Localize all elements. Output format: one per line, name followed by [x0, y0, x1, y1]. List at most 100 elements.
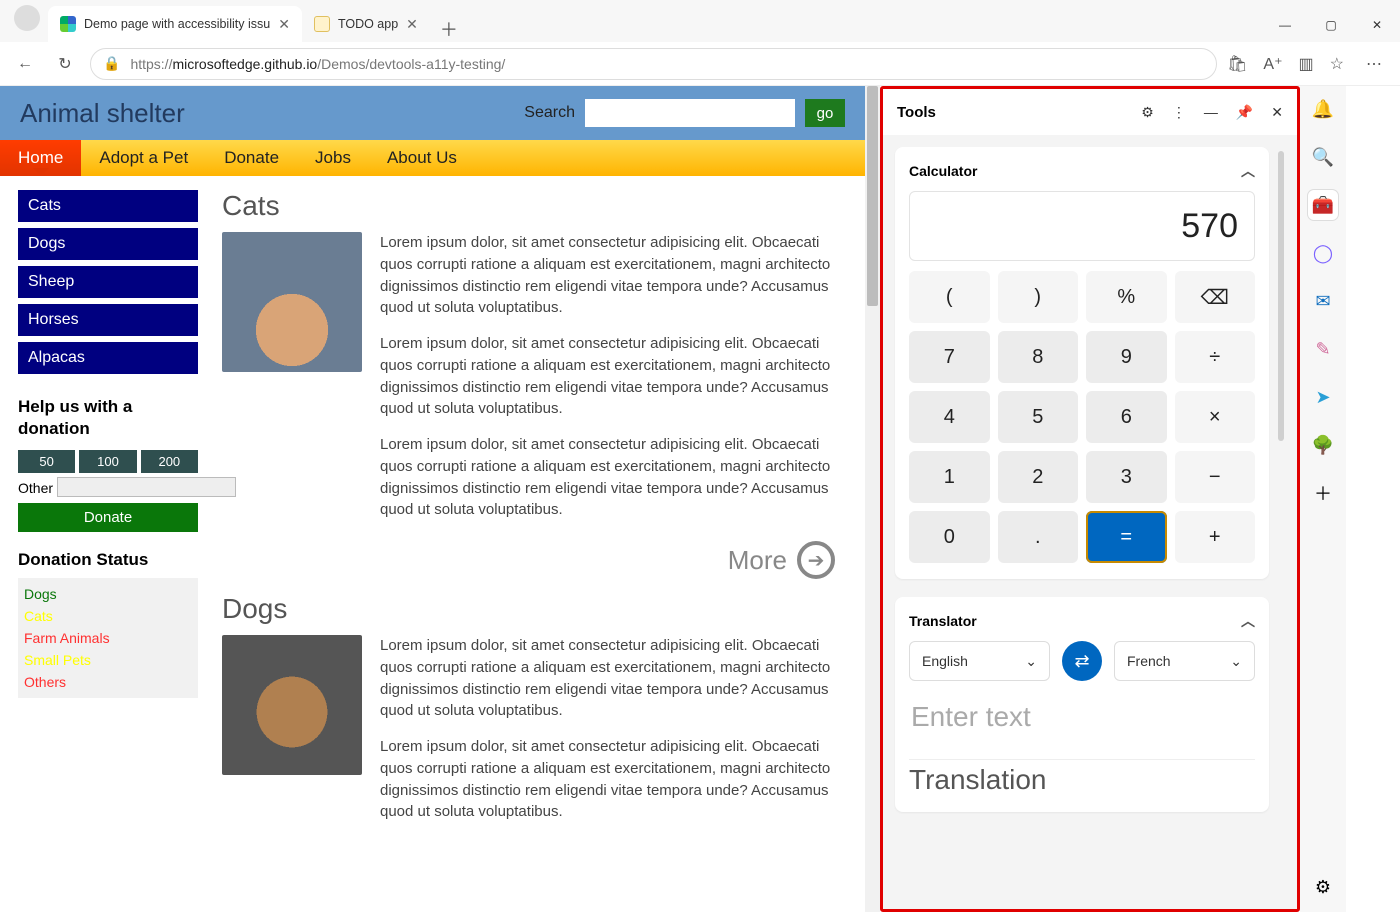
close-panel-icon[interactable]: ✕ [1271, 104, 1283, 121]
main-nav: Home Adopt a Pet Donate Jobs About Us [0, 140, 865, 176]
notifications-icon[interactable]: 🔔 [1308, 94, 1338, 124]
calc-key-3[interactable]: 3 [1086, 451, 1167, 503]
calc-key-multiply[interactable]: × [1175, 391, 1256, 443]
site-header: Animal shelter Search go [0, 86, 865, 140]
send-icon[interactable]: ➤ [1308, 382, 1338, 412]
favorite-icon[interactable]: ☆ [1330, 54, 1344, 74]
new-tab-button[interactable]: ＋ [430, 16, 468, 42]
calc-key-5[interactable]: 5 [998, 391, 1079, 443]
close-icon[interactable]: ✕ [278, 16, 290, 33]
calc-key-1[interactable]: 1 [909, 451, 990, 503]
note-favicon-icon [314, 16, 330, 32]
tools-title: Tools [897, 104, 936, 121]
minimize-button[interactable]: ― [1262, 8, 1308, 42]
translate-input[interactable]: Enter text [909, 697, 1255, 759]
calc-key-lparen[interactable]: ( [909, 271, 990, 323]
profile-avatar[interactable] [14, 5, 40, 31]
swap-languages-button[interactable]: ⇄ [1062, 641, 1102, 681]
donation-status-item[interactable]: Cats [24, 608, 192, 624]
settings-gear-icon[interactable]: ⚙ [1308, 872, 1338, 902]
chevron-up-icon[interactable]: ︿ [1241, 611, 1255, 631]
donation-preset-button[interactable]: 50 [18, 450, 75, 473]
calc-key-0[interactable]: 0 [909, 511, 990, 563]
calc-key-dot[interactable]: . [998, 511, 1079, 563]
microsoft365-icon[interactable]: ◯ [1308, 238, 1338, 268]
url-field[interactable]: 🔒 https://microsoftedge.github.io/Demos/… [90, 48, 1217, 80]
page-scrollbar[interactable] [865, 86, 880, 912]
donation-preset-button[interactable]: 100 [79, 450, 136, 473]
back-button[interactable]: ← [10, 49, 40, 79]
category-list: Cats Dogs Sheep Horses Alpacas [18, 190, 198, 374]
calculator-title: Calculator [909, 163, 977, 179]
nav-adopt[interactable]: Adopt a Pet [81, 140, 206, 176]
calc-key-8[interactable]: 8 [998, 331, 1079, 383]
donation-status-item[interactable]: Farm Animals [24, 630, 192, 646]
calc-key-rparen[interactable]: ) [998, 271, 1079, 323]
more-menu-button[interactable]: ⋯ [1360, 49, 1390, 79]
donation-preset-button[interactable]: 200 [141, 450, 198, 473]
minimize-panel-icon[interactable]: ― [1204, 104, 1218, 120]
shopping-icon[interactable]: 🛍 [1227, 54, 1247, 74]
edit-icon[interactable]: ✎ [1308, 334, 1338, 364]
donation-status-item[interactable]: Small Pets [24, 652, 192, 668]
more-label: More [728, 545, 787, 576]
tools-scrollbar[interactable] [1277, 147, 1285, 897]
calc-key-equals[interactable]: = [1086, 511, 1167, 563]
settings-sliders-icon[interactable]: ⚙ [1141, 104, 1154, 121]
add-sidebar-button[interactable]: ＋ [1308, 478, 1338, 508]
donate-button[interactable]: Donate [18, 503, 198, 532]
category-link[interactable]: Alpacas [18, 342, 198, 374]
calc-key-plus[interactable]: + [1175, 511, 1256, 563]
close-window-button[interactable]: ✕ [1354, 8, 1400, 42]
tree-icon[interactable]: 🌳 [1308, 430, 1338, 460]
search-label: Search [524, 104, 575, 122]
translate-output-label: Translation [909, 759, 1255, 796]
category-link[interactable]: Sheep [18, 266, 198, 298]
translate-from-select[interactable]: English ⌄ [909, 641, 1050, 681]
scrollbar-thumb[interactable] [867, 86, 878, 306]
translator-title: Translator [909, 613, 977, 629]
calc-key-percent[interactable]: % [1086, 271, 1167, 323]
search-input[interactable] [585, 99, 795, 127]
address-bar: ← ↻ 🔒 https://microsoftedge.github.io/De… [0, 42, 1400, 86]
nav-about[interactable]: About Us [369, 140, 475, 176]
outlook-icon[interactable]: ✉ [1308, 286, 1338, 316]
browser-tab[interactable]: TODO app ✕ [302, 6, 430, 42]
donation-status-item[interactable]: Others [24, 674, 192, 690]
nav-donate[interactable]: Donate [206, 140, 297, 176]
maximize-button[interactable]: ▢ [1308, 8, 1354, 42]
arrow-right-circle-icon: ➔ [797, 541, 835, 579]
close-icon[interactable]: ✕ [406, 16, 418, 33]
search-icon[interactable]: 🔍 [1308, 142, 1338, 172]
nav-home[interactable]: Home [0, 140, 81, 176]
article-text: Lorem ipsum dolor, sit amet consectetur … [380, 635, 847, 722]
kebab-menu-icon[interactable]: ⋮ [1172, 104, 1186, 121]
calc-key-4[interactable]: 4 [909, 391, 990, 443]
pin-icon[interactable]: 📌 [1236, 104, 1253, 121]
browser-tab[interactable]: Demo page with accessibility issu ✕ [48, 6, 302, 42]
category-link[interactable]: Dogs [18, 228, 198, 260]
translate-to-select[interactable]: French ⌄ [1114, 641, 1255, 681]
donation-status-heading: Donation Status [18, 550, 198, 570]
chevron-up-icon[interactable]: ︿ [1241, 161, 1255, 181]
reader-icon[interactable]: ▥ [1299, 54, 1314, 74]
calc-key-minus[interactable]: − [1175, 451, 1256, 503]
calc-key-9[interactable]: 9 [1086, 331, 1167, 383]
calc-key-7[interactable]: 7 [909, 331, 990, 383]
more-link[interactable]: More ➔ [222, 541, 835, 579]
donation-other-input[interactable] [57, 477, 236, 497]
calc-key-2[interactable]: 2 [998, 451, 1079, 503]
category-link[interactable]: Horses [18, 304, 198, 336]
scrollbar-thumb[interactable] [1278, 151, 1284, 441]
calc-key-divide[interactable]: ÷ [1175, 331, 1256, 383]
nav-jobs[interactable]: Jobs [297, 140, 369, 176]
refresh-button[interactable]: ↻ [50, 49, 80, 79]
read-aloud-icon[interactable]: A⁺ [1263, 54, 1282, 74]
tools-icon[interactable]: 🧰 [1308, 190, 1338, 220]
category-link[interactable]: Cats [18, 190, 198, 222]
search-go-button[interactable]: go [805, 99, 845, 127]
calc-key-backspace[interactable]: ⌫ [1175, 271, 1256, 323]
donation-status-item[interactable]: Dogs [24, 586, 192, 602]
calc-key-6[interactable]: 6 [1086, 391, 1167, 443]
lock-icon: 🔒 [103, 55, 120, 72]
